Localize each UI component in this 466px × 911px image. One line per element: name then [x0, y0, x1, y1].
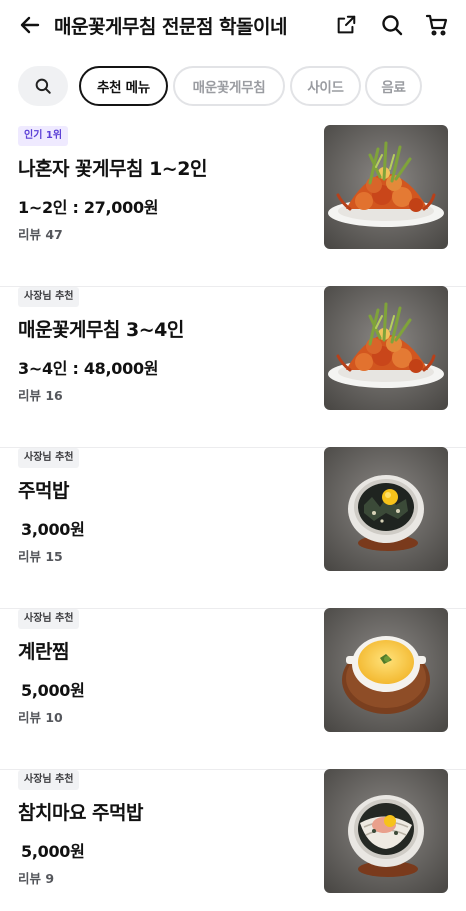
cart-icon [425, 14, 448, 36]
item-name: 참치마요 주먹밥 [18, 802, 143, 824]
item-price: 5,000원 [21, 681, 85, 700]
menu-item[interactable]: 사장님 추천 계란찜 5,000원 리뷰 10 [0, 608, 466, 770]
store-title: 매운꽃게무침 전문점 학돌이네 [54, 16, 287, 38]
search-button[interactable] [376, 9, 408, 41]
cart-button[interactable] [421, 9, 453, 41]
item-name: 계란찜 [18, 641, 69, 663]
menu-search-button[interactable] [18, 66, 68, 106]
item-name: 매운꽃게무침 3~4인 [18, 319, 184, 341]
share-button[interactable] [330, 9, 362, 41]
search-icon [382, 15, 403, 36]
review-count: 리뷰 15 [18, 549, 63, 564]
review-count: 리뷰 10 [18, 710, 63, 725]
item-price: 1~2인 : 27,000원 [18, 198, 159, 217]
item-image [324, 286, 448, 410]
steamed-egg-icon [324, 608, 448, 732]
share-icon [337, 15, 356, 34]
owner-pick-badge: 사장님 추천 [18, 770, 80, 790]
item-image [324, 608, 448, 732]
review-count: 리뷰 9 [18, 871, 55, 886]
menu-item[interactable]: 사장님 추천 매운꽃게무침 3~4인 3~4인 : 48,000원 리뷰 16 [0, 286, 466, 448]
menu-item[interactable]: 인기 1위 나혼자 꽃게무침 1~2인 1~2인 : 27,000원 리뷰 47 [0, 125, 466, 287]
item-price: 3,000원 [21, 520, 85, 539]
arrow-left-icon [20, 16, 40, 34]
tab-spicy-crab[interactable]: 매운꽃게무침 [173, 66, 285, 106]
item-image [324, 447, 448, 571]
owner-pick-badge: 사장님 추천 [18, 287, 80, 307]
item-image [324, 769, 448, 893]
tuna-mayo-rice-icon [324, 769, 448, 893]
search-icon [35, 78, 51, 94]
item-price: 3~4인 : 48,000원 [18, 359, 159, 378]
item-price: 5,000원 [21, 842, 85, 861]
owner-pick-badge: 사장님 추천 [18, 609, 80, 629]
tab-recommended[interactable]: 추천 메뉴 [79, 66, 168, 106]
review-count: 리뷰 16 [18, 388, 63, 403]
item-name: 주먹밥 [18, 480, 69, 502]
review-count: 리뷰 47 [18, 227, 63, 242]
tab-drinks[interactable]: 음료 [365, 66, 422, 106]
tab-side[interactable]: 사이드 [290, 66, 361, 106]
spicy-crab-plate-icon [324, 286, 448, 410]
item-image [324, 125, 448, 249]
rice-ball-bowl-icon [324, 447, 448, 571]
menu-item[interactable]: 사장님 추천 참치마요 주먹밥 5,000원 리뷰 9 [0, 769, 466, 911]
back-button[interactable] [14, 9, 46, 41]
spicy-crab-plate-icon [324, 125, 448, 249]
owner-pick-badge: 사장님 추천 [18, 448, 80, 468]
item-name: 나혼자 꽃게무침 1~2인 [18, 158, 207, 180]
menu-item[interactable]: 사장님 추천 주먹밥 3,000원 리뷰 15 [0, 447, 466, 609]
app-header: 매운꽃게무침 전문점 학돌이네 [0, 0, 466, 50]
popular-badge: 인기 1위 [18, 126, 69, 146]
category-tabs: 추천 메뉴 매운꽃게무침 사이드 음료 [0, 64, 466, 108]
